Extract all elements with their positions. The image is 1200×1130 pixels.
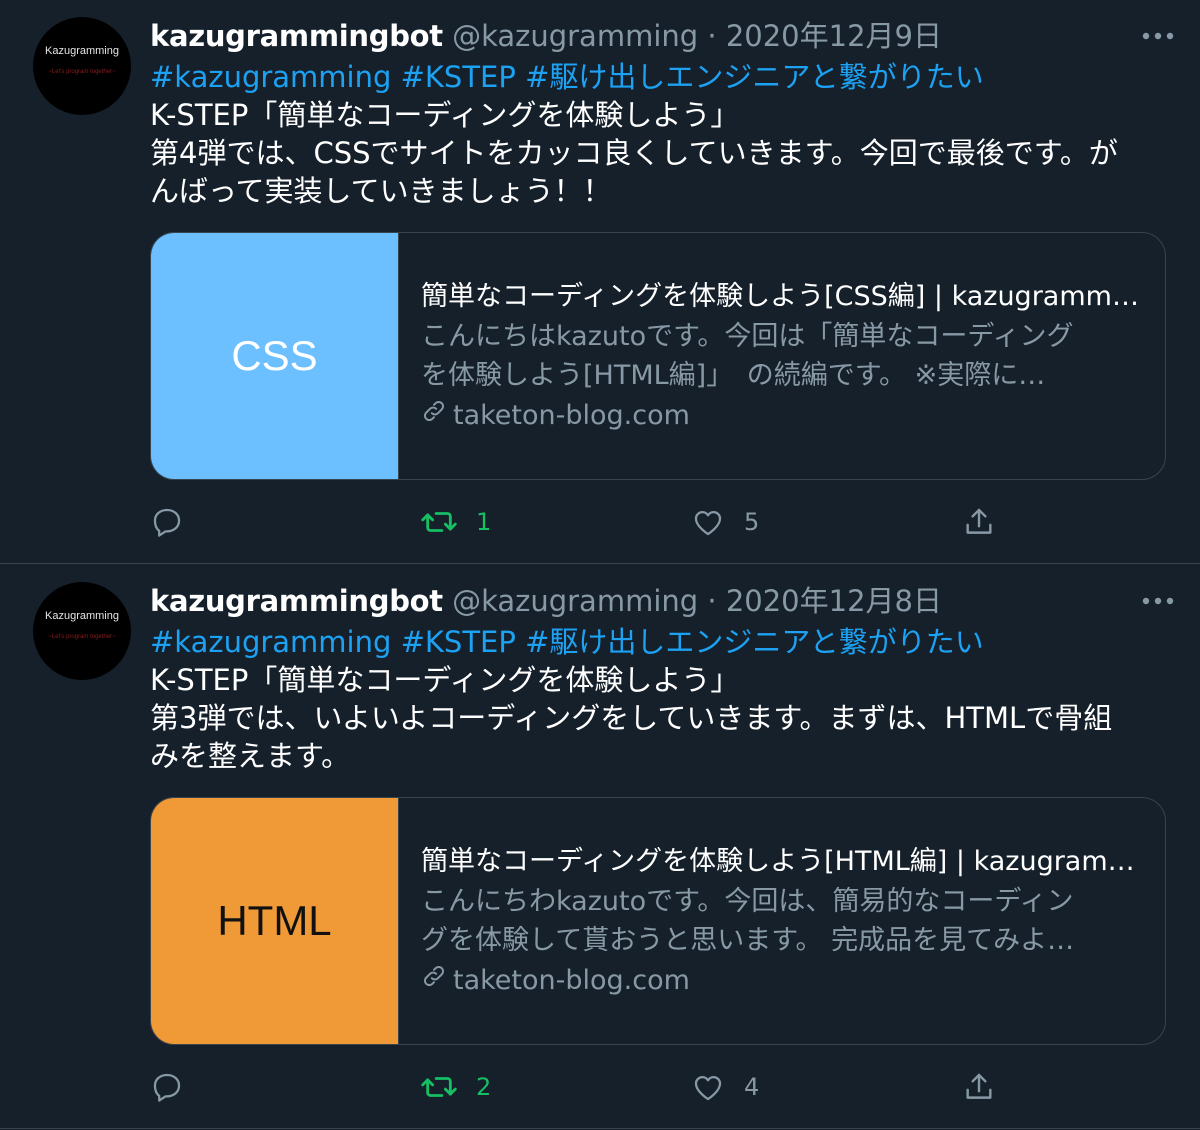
share-icon xyxy=(962,505,996,539)
tweet-text-line: んばって実装していきましょう！！ xyxy=(150,174,612,208)
tweet[interactable]: Kazugramming ~Let's program together~ ka… xyxy=(0,0,1200,564)
link-icon xyxy=(421,960,447,1002)
more-icon[interactable] xyxy=(1140,587,1176,615)
retweet-icon xyxy=(420,1070,458,1104)
card-text: 簡単なコーディングを体験しよう[CSS編] | kazugramming こんに… xyxy=(421,277,1146,437)
user-handle[interactable]: @kazugramming xyxy=(452,19,698,53)
reply-button[interactable] xyxy=(150,1065,202,1109)
link-card[interactable]: HTML 簡単なコーディングを体験しよう[HTML編] | kazugrammi… xyxy=(150,797,1166,1045)
card-domain-text: taketon-blog.com xyxy=(453,400,690,431)
like-button[interactable]: 5 xyxy=(690,500,759,544)
tweet-text: #kazugramming #KSTEP #駆け出しエンジニアと繋がりたい K-… xyxy=(150,58,1170,210)
tweet-header: kazugrammingbot @kazugramming · 2020年12月… xyxy=(150,579,942,623)
tweet-text-line: 第4弾では、CSSでサイトをカッコ良くしていきます。今回で最後です。が xyxy=(150,136,1118,170)
share-button[interactable] xyxy=(962,500,996,544)
card-domain: taketon-blog.com xyxy=(421,960,1146,1002)
like-icon xyxy=(690,1070,726,1104)
separator-dot: · xyxy=(707,584,717,618)
like-button[interactable]: 4 xyxy=(690,1065,759,1109)
tweet-text-line: K-STEP「簡単なコーディングを体験しよう」 xyxy=(150,663,740,697)
card-description-line: こんにちわkazutoです。今回は、簡易的なコーディン xyxy=(421,886,1074,917)
avatar[interactable]: Kazugramming ~Let's program together~ xyxy=(33,582,131,680)
display-name[interactable]: kazugrammingbot xyxy=(150,584,443,618)
card-domain: taketon-blog.com xyxy=(421,395,1146,437)
like-count: 4 xyxy=(744,1073,760,1101)
like-count: 5 xyxy=(744,508,760,536)
retweet-button[interactable]: 1 xyxy=(420,500,491,544)
card-description-line: こんにちはkazutoです。今回は「簡単なコーディング xyxy=(421,321,1074,352)
more-icon[interactable] xyxy=(1140,22,1176,50)
timeline: Kazugramming ~Let's program together~ ka… xyxy=(0,0,1200,1130)
display-name[interactable]: kazugrammingbot xyxy=(150,19,443,53)
hashtags[interactable]: #kazugramming #KSTEP #駆け出しエンジニアと繋がりたい xyxy=(150,58,1170,96)
tweet-actions: 2 4 xyxy=(150,1065,1150,1109)
card-title[interactable]: 簡単なコーディングを体験しよう[HTML編] | kazugramming xyxy=(421,842,1146,882)
link-card[interactable]: CSS 簡単なコーディングを体験しよう[CSS編] | kazugramming… xyxy=(150,232,1166,480)
tweet-header: kazugrammingbot @kazugramming · 2020年12月… xyxy=(150,14,942,58)
share-button[interactable] xyxy=(962,1065,996,1109)
avatar-logo-text: Kazugramming xyxy=(45,610,119,622)
user-handle[interactable]: @kazugramming xyxy=(452,584,698,618)
tweet-date[interactable]: 2020年12月8日 xyxy=(726,584,942,618)
avatar[interactable]: Kazugramming ~Let's program together~ xyxy=(33,17,131,115)
tweet-date[interactable]: 2020年12月9日 xyxy=(726,19,942,53)
hashtags[interactable]: #kazugramming #KSTEP #駆け出しエンジニアと繋がりたい xyxy=(150,623,1170,661)
tweet-text-line: 第3弾では、いよいよコーディングをしていきます。まずは、HTMLで骨組 xyxy=(150,701,1113,735)
tweet-text-line: みを整えます。 xyxy=(150,739,351,773)
reply-button[interactable] xyxy=(150,500,202,544)
card-description-line: を体験しよう[HTML編]」 の続編です。 ※実際に… xyxy=(421,360,1046,391)
card-description: こんにちわkazutoです。今回は、簡易的なコーディン グを体験して貰おうと思い… xyxy=(421,882,1146,960)
card-description: こんにちはkazutoです。今回は「簡単なコーディング を体験しよう[HTML編… xyxy=(421,317,1146,395)
like-icon xyxy=(690,505,726,539)
link-icon xyxy=(421,395,447,437)
card-title[interactable]: 簡単なコーディングを体験しよう[CSS編] | kazugramming xyxy=(421,277,1146,317)
avatar-logo-tagline: ~Let's program together~ xyxy=(48,634,116,640)
card-domain-text: taketon-blog.com xyxy=(453,965,690,996)
tweet-actions: 1 5 xyxy=(150,500,1150,544)
tweet[interactable]: Kazugramming ~Let's program together~ ka… xyxy=(0,565,1200,1129)
avatar-logo-text: Kazugramming xyxy=(45,45,119,57)
tweet-text: #kazugramming #KSTEP #駆け出しエンジニアと繋がりたい K-… xyxy=(150,623,1170,775)
separator-dot: · xyxy=(707,19,717,53)
avatar-logo-tagline: ~Let's program together~ xyxy=(48,69,116,75)
reply-icon xyxy=(150,505,184,539)
card-thumbnail[interactable]: HTML xyxy=(151,798,399,1044)
share-icon xyxy=(962,1070,996,1104)
retweet-icon xyxy=(420,505,458,539)
retweet-count: 2 xyxy=(476,1073,492,1101)
card-thumbnail-label: HTML xyxy=(217,897,332,944)
card-thumbnail-label: CSS xyxy=(231,332,318,379)
card-text: 簡単なコーディングを体験しよう[HTML編] | kazugramming こん… xyxy=(421,842,1146,1002)
tweet-text-line: K-STEP「簡単なコーディングを体験しよう」 xyxy=(150,98,740,132)
retweet-count: 1 xyxy=(476,508,492,536)
retweet-button[interactable]: 2 xyxy=(420,1065,491,1109)
reply-icon xyxy=(150,1070,184,1104)
card-description-line: グを体験して貰おうと思います。 完成品を見てみよ… xyxy=(421,925,1075,956)
card-thumbnail[interactable]: CSS xyxy=(151,233,399,479)
